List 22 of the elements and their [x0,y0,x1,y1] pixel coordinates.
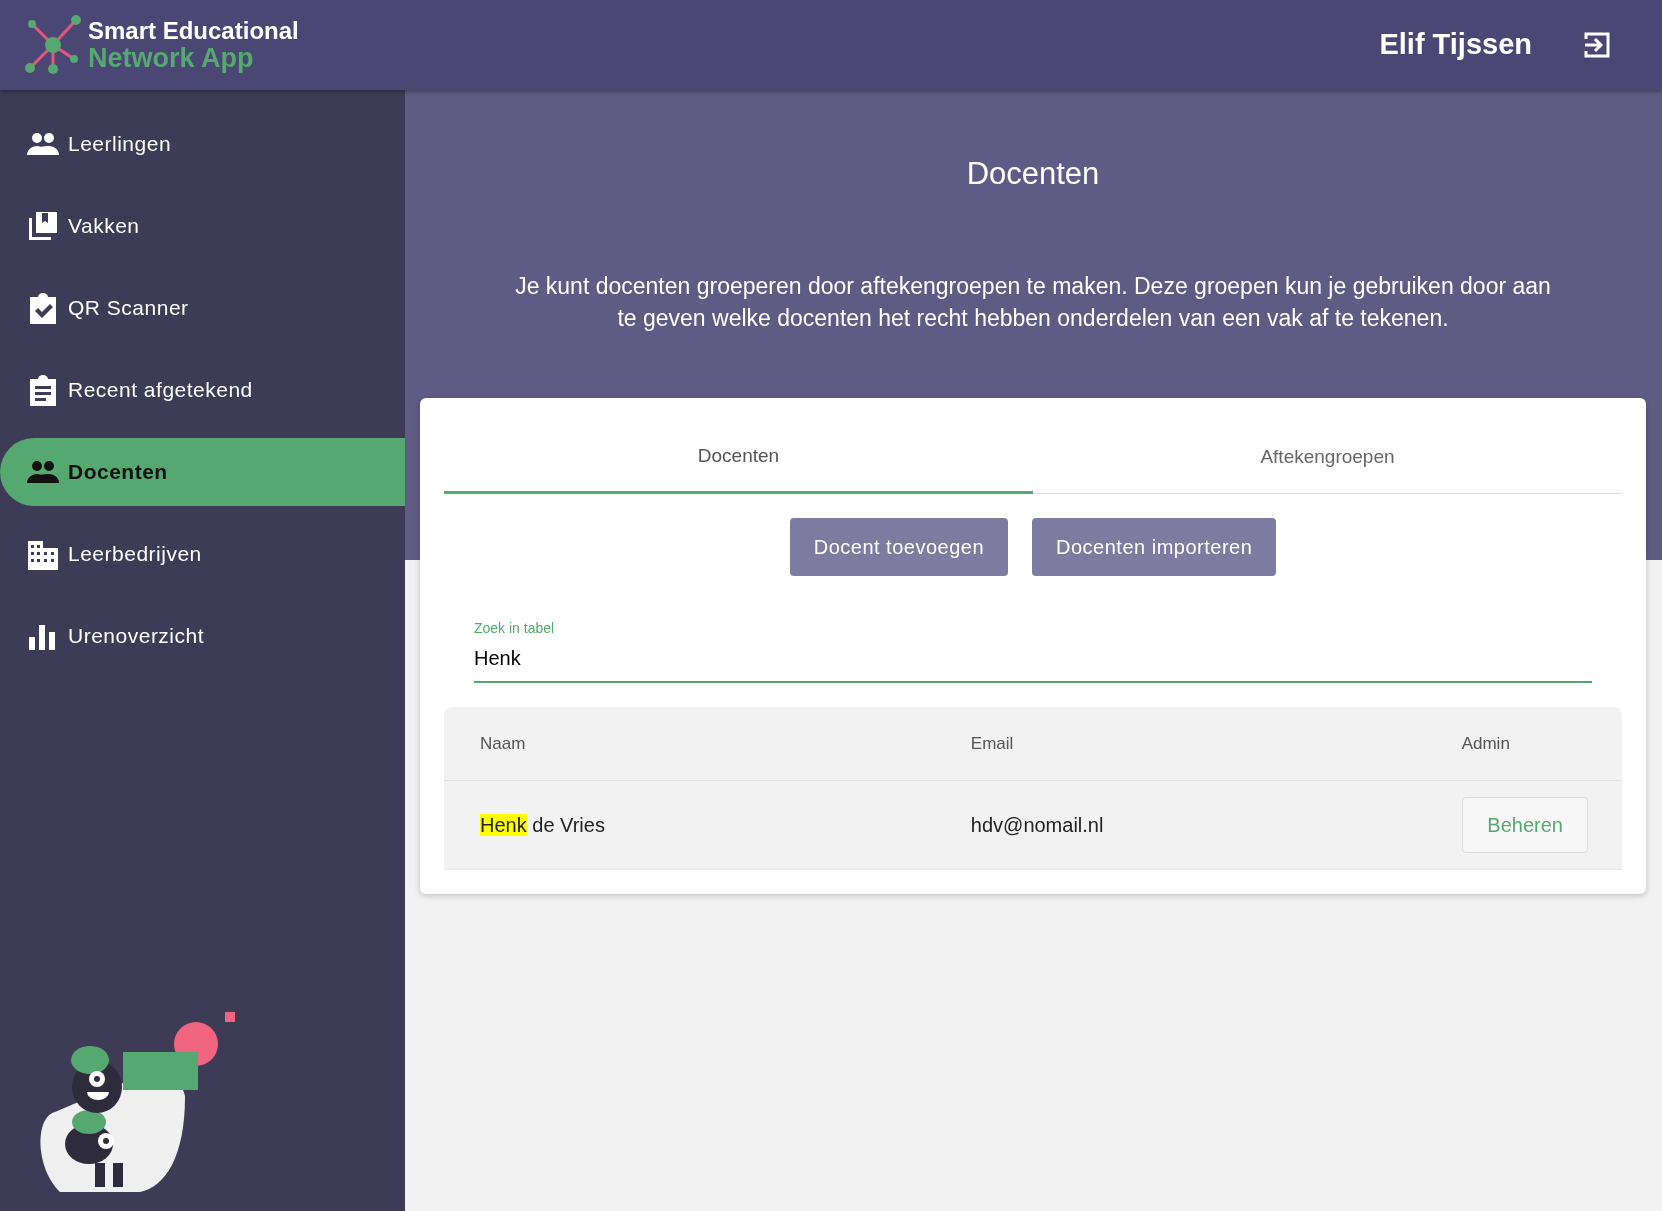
sidebar-item[interactable]: Leerlingen [0,110,405,178]
intro-paragraph: Je kunt docenten groeperen door aftekengroepen te maken. Deze groepen kun je gebruiken door aan te geven welke docenten het recht hebben onderdelen van een vak af te tekenen. [514,272,1552,334]
sidebar-item[interactable]: Recent afgetekend [0,356,405,424]
logo-subtitle: Network App [88,44,255,72]
table-cell-text: Henk de Vries [479,813,606,839]
sidebar-item[interactable]: Vakken [0,192,405,260]
sidebar-item[interactable]: Docenten [0,438,405,506]
column-header: Email [969,732,1015,755]
sidebar-item[interactable]: QR Scanner [0,274,405,342]
sidebar-item[interactable]: Leerbedrijven [0,520,405,588]
import-button[interactable]: Docenten importeren [1032,517,1277,576]
logo-title: Smart Educational [88,18,299,44]
page-title: Docenten [965,155,1101,193]
user-name: Elif Tijssen [1379,27,1532,63]
tab[interactable]: Aftekengroepen [1033,422,1622,494]
search-field[interactable]: Zoek in tabel Henk [474,617,1592,683]
table-cell-text: hdv@nomail.nl [969,813,1105,839]
column-header: Naam [479,732,527,755]
sidebar-item[interactable]: Urenoverzicht [0,602,405,670]
tab[interactable]: Docenten [444,422,1033,494]
column-header: Admin [1460,732,1511,755]
add-button[interactable]: Docent toevoegen [789,517,1009,576]
